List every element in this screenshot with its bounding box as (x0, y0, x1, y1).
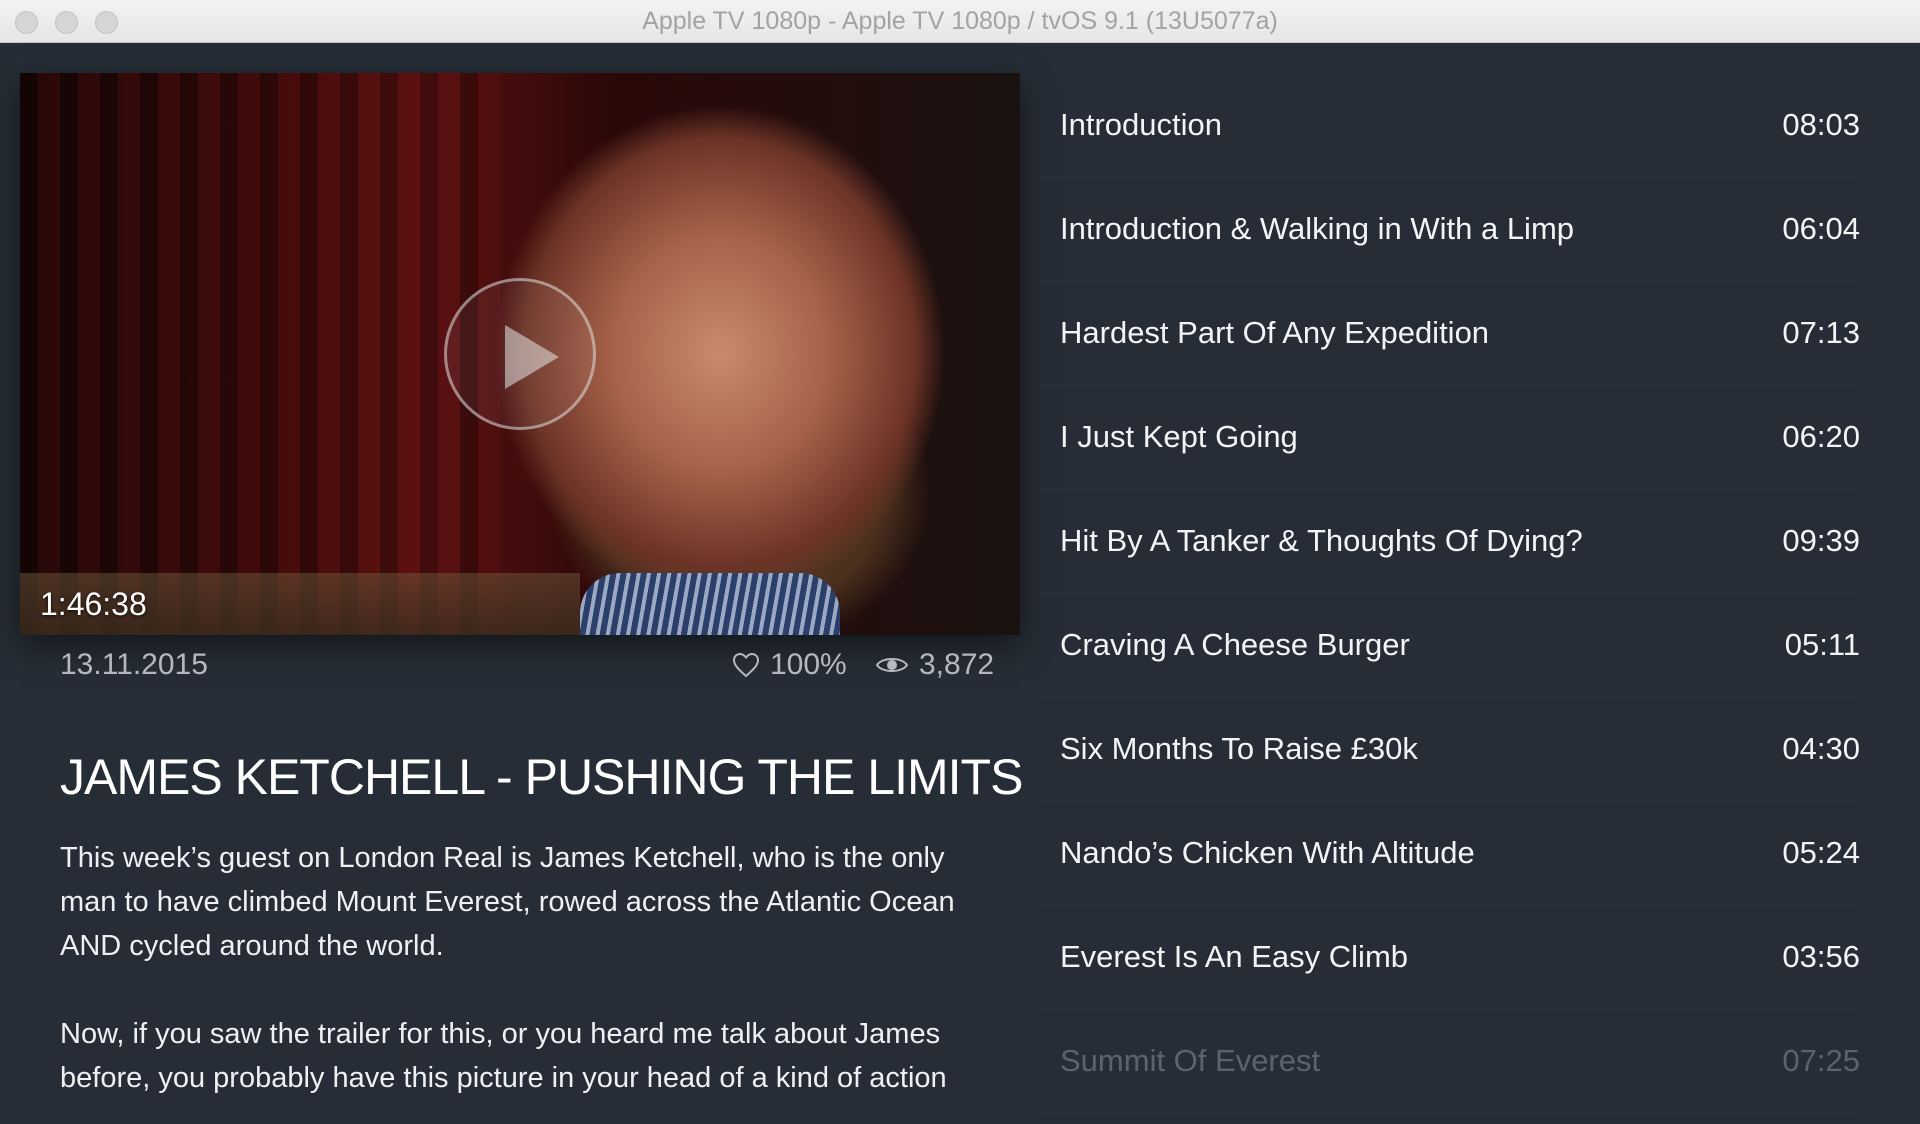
chapter-item[interactable]: Introduction & Walking in With a Limp 06… (1040, 177, 1860, 281)
thumbnail-shirt (580, 573, 840, 635)
chapter-title: I Just Kept Going (1060, 419, 1298, 454)
thumbnail-background (20, 73, 500, 635)
title-bar: Apple TV 1080p - Apple TV 1080p / tvOS 9… (0, 0, 1920, 43)
play-icon (505, 325, 559, 389)
play-button[interactable] (444, 278, 596, 430)
chapter-duration: 08:03 (1782, 107, 1860, 142)
likes-stat: 100% (732, 648, 847, 682)
likes-value: 100% (770, 648, 847, 681)
chapter-item[interactable]: Hit By A Tanker & Thoughts Of Dying? 09:… (1040, 489, 1860, 593)
views-stat: 3,872 (875, 648, 994, 682)
chapter-item[interactable]: Introduction 08:03 (1040, 73, 1860, 177)
heart-icon (732, 652, 760, 678)
chapter-item[interactable]: I Just Kept Going 06:20 (1040, 385, 1860, 489)
chapter-title: Introduction (1060, 107, 1222, 142)
chapter-duration: 06:20 (1782, 419, 1860, 454)
video-meta: 13.11.2015 100% 3,872 (60, 648, 994, 692)
chapter-list: Introduction 08:03 Introduction & Walkin… (1040, 73, 1880, 1124)
chapter-title: Introduction & Walking in With a Limp (1060, 211, 1575, 246)
video-title: JAMES KETCHELL - PUSHING THE LIMITS (60, 749, 1023, 805)
chapter-duration: 05:11 (1784, 627, 1860, 662)
chapter-title: Everest Is An Easy Climb (1060, 939, 1409, 974)
chapter-title: Craving A Cheese Burger (1060, 627, 1410, 662)
chapter-duration: 06:04 (1782, 211, 1860, 246)
chapter-item[interactable]: Summit Of Everest 07:25 (1040, 1009, 1860, 1113)
window-title: Apple TV 1080p - Apple TV 1080p / tvOS 9… (642, 7, 1278, 35)
views-value: 3,872 (919, 648, 995, 681)
chapter-title: Hardest Part Of Any Expedition (1060, 315, 1490, 350)
chapter-duration: 05:24 (1782, 835, 1860, 870)
chapter-title: Nando’s Chicken With Altitude (1060, 835, 1475, 870)
chapter-duration: 07:25 (1782, 1043, 1860, 1078)
chapter-title: Six Months To Raise £30k (1060, 731, 1418, 766)
chapter-item[interactable]: Nando’s Chicken With Altitude 05:24 (1040, 801, 1860, 905)
description-paragraph: This week’s guest on London Real is Jame… (60, 842, 955, 962)
chapter-duration: 09:39 (1782, 523, 1860, 558)
chapter-item[interactable]: Craving A Cheese Burger 05:11 (1040, 593, 1860, 697)
eye-icon (875, 658, 909, 672)
simulator-window: Apple TV 1080p - Apple TV 1080p / tvOS 9… (0, 0, 1920, 1124)
video-duration: 1:46:38 (40, 586, 147, 622)
chapter-duration: 03:56 (1782, 939, 1860, 974)
chapter-title: Summit Of Everest (1060, 1043, 1321, 1078)
video-description: This week’s guest on London Real is Jame… (60, 836, 990, 1124)
chapter-duration: 07:13 (1782, 315, 1860, 350)
chapter-duration: 04:30 (1782, 731, 1860, 766)
description-paragraph: Now, if you saw the trailer for this, or… (60, 1018, 947, 1094)
video-thumbnail[interactable]: 1:46:38 (20, 73, 1020, 635)
chapter-item[interactable]: Everest Is An Easy Climb 03:56 (1040, 905, 1860, 1009)
chapter-title: Hit By A Tanker & Thoughts Of Dying? (1060, 523, 1583, 558)
video-date: 13.11.2015 (60, 648, 208, 681)
chapter-item[interactable]: Six Months To Raise £30k 04:30 (1040, 697, 1860, 801)
chapter-item[interactable]: Hardest Part Of Any Expedition 07:13 (1040, 281, 1860, 385)
